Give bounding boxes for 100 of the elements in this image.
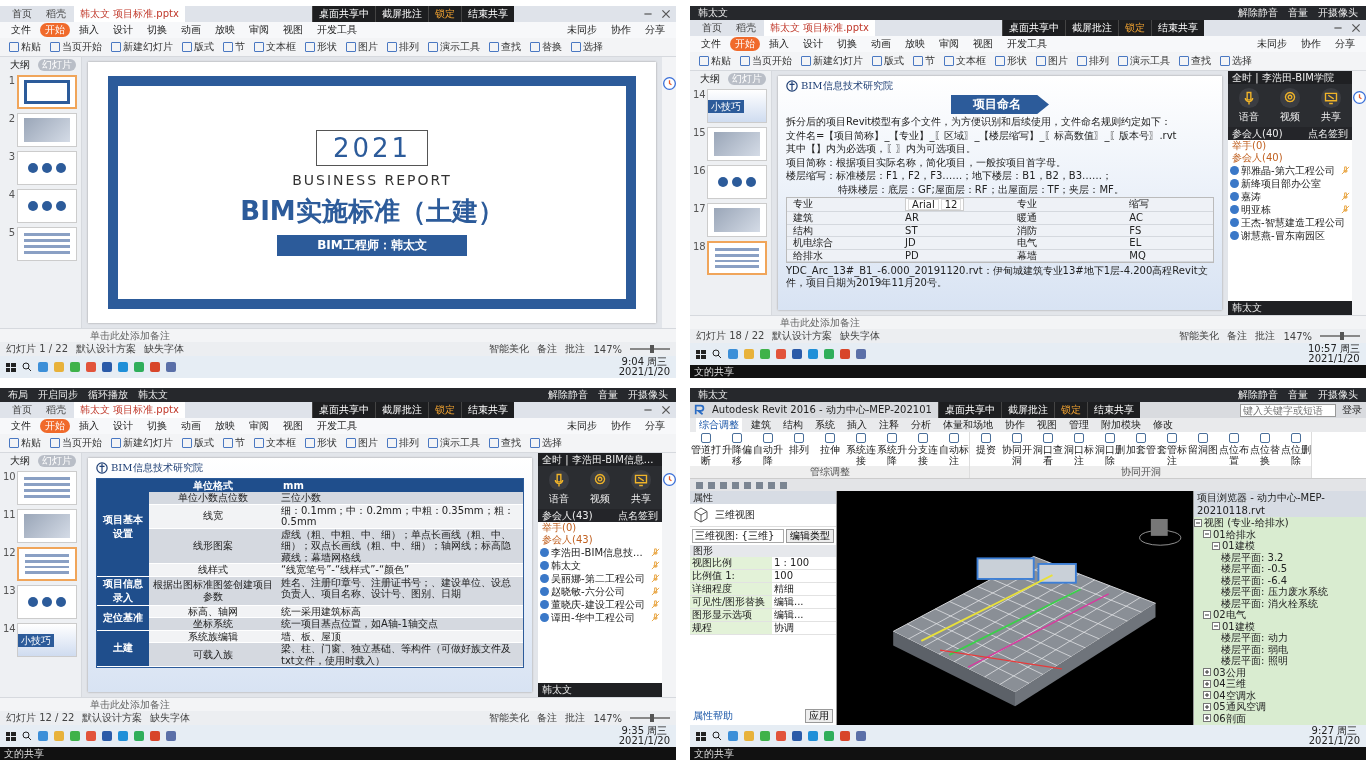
assistant-icon[interactable] [1352, 91, 1366, 104]
zoom-level[interactable]: 147% [1283, 330, 1312, 342]
tree-toggle-icon[interactable] [1203, 702, 1211, 711]
menu-action[interactable]: 分享 [1330, 37, 1360, 51]
ribbon-tab[interactable]: 管理 [1066, 418, 1092, 432]
menu-tab[interactable]: 文件 [6, 419, 36, 433]
windows-start-icon[interactable] [6, 362, 16, 372]
toolbar-button[interactable]: 节 [910, 54, 938, 68]
toolbar-button[interactable]: 文本框 [941, 54, 989, 68]
conference-bar-item[interactable]: 韩太文 [698, 388, 728, 402]
notes-placeholder[interactable]: 单击此处添加备注 [780, 317, 860, 328]
menu-tab[interactable]: 审阅 [934, 37, 964, 51]
section-header[interactable]: 参会人(40) [1228, 152, 1352, 164]
menu-tab[interactable]: 切换 [142, 23, 172, 37]
menu-action[interactable]: 协作 [606, 23, 636, 37]
zoom-level[interactable]: 147% [593, 712, 622, 724]
slide-thumbnail[interactable]: 小技巧 [707, 89, 767, 123]
tree-item[interactable]: 楼层平面: 消火栓系统 [1221, 597, 1318, 609]
roll-call-button[interactable]: 点名签到 [1308, 127, 1348, 140]
toolbar-button[interactable]: 新建幻灯片 [798, 54, 866, 68]
ribbon-tab[interactable]: 修改 [1150, 418, 1176, 432]
ribbon-tool-button[interactable]: 自动升降 [752, 432, 783, 466]
menu-tab[interactable]: 动画 [176, 23, 206, 37]
status-button[interactable]: 批注 [1255, 329, 1276, 343]
menu-tab[interactable]: 文件 [6, 23, 36, 37]
menu-tab[interactable]: 切换 [832, 37, 862, 51]
attendee-count[interactable]: 参会人(43) [542, 509, 593, 522]
tree-item[interactable]: 01给排水 [1213, 528, 1256, 540]
sidebar-tab[interactable]: 大纲 [5, 455, 34, 467]
meeting-control-button[interactable]: 语音 [547, 469, 570, 506]
search-icon[interactable] [712, 731, 722, 741]
property-value[interactable]: 编辑... [772, 596, 836, 608]
app-logo-icon[interactable] [694, 404, 706, 416]
tree-toggle-icon[interactable] [1203, 668, 1211, 677]
ribbon-tab[interactable]: 注释 [876, 418, 902, 432]
tree-item[interactable]: 楼层平面: 动力 [1221, 632, 1288, 644]
property-value[interactable]: 100 [772, 570, 836, 582]
menu-action[interactable]: 分享 [640, 419, 670, 433]
toolbar-button[interactable]: 新建幻灯片 [108, 436, 176, 450]
toolbar-button[interactable]: 粘贴 [6, 40, 44, 54]
menu-action[interactable]: 协作 [1296, 37, 1326, 51]
roll-call-button[interactable]: 点名签到 [618, 509, 658, 522]
status-button[interactable]: 批注 [565, 711, 586, 725]
slide-thumbnail[interactable] [17, 151, 77, 185]
toolbar-button[interactable]: 新建幻灯片 [108, 40, 176, 54]
toolbar-button[interactable]: 演示工具 [425, 40, 483, 54]
sidebar-tab[interactable]: 大纲 [5, 59, 34, 71]
slide-thumbnail[interactable] [707, 203, 767, 237]
ribbon-tool-button[interactable]: 点位删除 [1280, 432, 1311, 466]
ribbon-tool-button[interactable]: 点位布置 [1218, 432, 1249, 466]
search-icon[interactable] [22, 731, 32, 741]
tree-toggle-icon[interactable] [1212, 541, 1220, 550]
status-button[interactable]: 智能美化 [489, 342, 530, 356]
menu-tab[interactable]: 视图 [278, 23, 308, 37]
slide-thumbnail[interactable] [17, 509, 77, 543]
windows-start-icon[interactable] [696, 349, 706, 359]
toolbar-button[interactable]: 图片 [343, 40, 381, 54]
menu-action[interactable]: 分享 [640, 23, 670, 37]
document-tab[interactable]: 首页 [6, 402, 38, 418]
toolbar-button[interactable]: 当页开始 [47, 40, 105, 54]
toolbar-button[interactable]: 选择 [568, 40, 606, 54]
zoom-slider-thumb[interactable] [1340, 332, 1344, 340]
menu-tab[interactable]: 开发工具 [312, 23, 362, 37]
search-field[interactable]: 键入关键字或短语 [1240, 403, 1336, 417]
slide-thumbnail[interactable] [17, 113, 77, 147]
toolbar-button[interactable]: 查找 [486, 436, 524, 450]
toolbar-button[interactable]: 当页开始 [737, 54, 795, 68]
ribbon-tool-button[interactable]: 套管标注 [1156, 432, 1187, 466]
toolbar-button[interactable]: 演示工具 [1115, 54, 1173, 68]
document-tab[interactable]: 首页 [6, 6, 38, 22]
meeting-control-button[interactable]: 视频 [589, 469, 611, 506]
conference-bar-item[interactable]: 音量 [598, 388, 618, 402]
menu-tab[interactable]: 审阅 [244, 23, 274, 37]
ribbon-tool-button[interactable]: 升降偏移 [721, 432, 752, 466]
section-header[interactable]: 举手(0) [538, 522, 662, 534]
attendee-count[interactable]: 参会人(40) [1232, 127, 1283, 140]
meeting-control-button[interactable]: 视频 [1279, 87, 1301, 124]
conference-bar-item[interactable]: 解除静音 [1238, 388, 1278, 402]
menu-tab[interactable]: 插入 [74, 23, 104, 37]
edit-type-button[interactable]: 编辑类型 [786, 529, 834, 543]
conference-bar-item[interactable]: 音量 [1288, 388, 1308, 402]
format-toolbar[interactable]: Arial 12 [905, 198, 965, 211]
conference-bar-item[interactable]: 开摄像头 [1318, 388, 1358, 402]
toolbar-button[interactable]: 节 [220, 40, 248, 54]
view-selector[interactable]: 三维视图: {三维} [692, 529, 784, 543]
property-value[interactable]: 协调 [772, 622, 836, 634]
meeting-control-button[interactable]: 共享 [1320, 87, 1343, 124]
slide-thumbnail[interactable] [17, 585, 77, 619]
toolbar-button[interactable]: 版式 [179, 436, 217, 450]
toolbar-button[interactable]: 粘贴 [6, 436, 44, 450]
assistant-icon[interactable] [662, 473, 676, 486]
notes-placeholder[interactable]: 单击此处添加备注 [90, 330, 170, 341]
property-value[interactable]: 编辑... [772, 609, 836, 621]
conference-bar-item[interactable]: 开启同步 [38, 388, 78, 402]
section-header[interactable]: 举手(0) [1228, 140, 1352, 152]
document-tab[interactable]: 首页 [696, 20, 728, 36]
ribbon-tool-button[interactable]: 系统连接 [845, 432, 876, 466]
close-icon[interactable] [1350, 22, 1362, 34]
conference-bar-item[interactable]: 韩太文 [698, 6, 728, 20]
ribbon-tab[interactable]: 视图 [1034, 418, 1060, 432]
